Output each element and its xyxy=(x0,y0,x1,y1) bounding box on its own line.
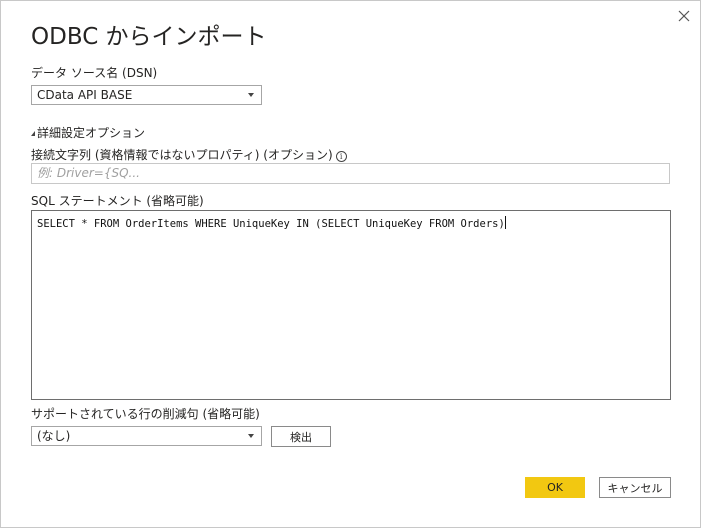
dsn-label: データ ソース名 (DSN) xyxy=(31,66,158,80)
advanced-options-label: 詳細設定オプション xyxy=(37,126,146,140)
connection-string-input[interactable]: 例: Driver={SQ... xyxy=(31,163,670,184)
detect-button-label: 検出 xyxy=(290,430,312,444)
chevron-down-icon xyxy=(248,93,254,97)
cancel-button[interactable]: キャンセル xyxy=(599,477,671,498)
cancel-button-label: キャンセル xyxy=(607,481,663,495)
text-cursor xyxy=(504,216,506,229)
dsn-selected-value: CData API BASE xyxy=(37,88,133,102)
row-reduction-select[interactable]: (なし) xyxy=(31,426,262,446)
detect-button[interactable]: 検出 xyxy=(271,426,331,447)
dsn-select[interactable]: CData API BASE xyxy=(31,85,262,105)
sql-statement-textarea[interactable]: SELECT * FROM OrderItems WHERE UniqueKey… xyxy=(31,210,671,400)
close-icon xyxy=(678,10,690,22)
connection-string-label: 接続文字列 (資格情報ではないプロパティ) (オプション) xyxy=(31,148,333,162)
expand-triangle-icon xyxy=(31,131,35,136)
connection-string-label-row: 接続文字列 (資格情報ではないプロパティ) (オプション) i xyxy=(31,146,347,163)
ok-button-label: OK xyxy=(547,481,563,494)
dialog-title: ODBC からインポート xyxy=(31,24,267,50)
ok-button[interactable]: OK xyxy=(525,477,585,498)
info-icon[interactable]: i xyxy=(335,151,347,162)
close-button[interactable] xyxy=(673,5,695,27)
row-reduction-selected-value: (なし) xyxy=(37,429,71,443)
sql-statement-text: SELECT * FROM OrderItems WHERE UniqueKey… xyxy=(37,218,505,230)
chevron-down-icon xyxy=(248,434,254,438)
advanced-options-toggle[interactable]: 詳細設定オプション xyxy=(31,124,145,141)
sql-statement-label: SQL ステートメント (省略可能) xyxy=(31,194,204,208)
connection-string-placeholder: 例: Driver={SQ... xyxy=(37,166,140,180)
odbc-import-dialog: ODBC からインポート データ ソース名 (DSN) CData API BA… xyxy=(0,0,701,528)
row-reduction-label: サポートされている行の削減句 (省略可能) xyxy=(31,407,260,421)
